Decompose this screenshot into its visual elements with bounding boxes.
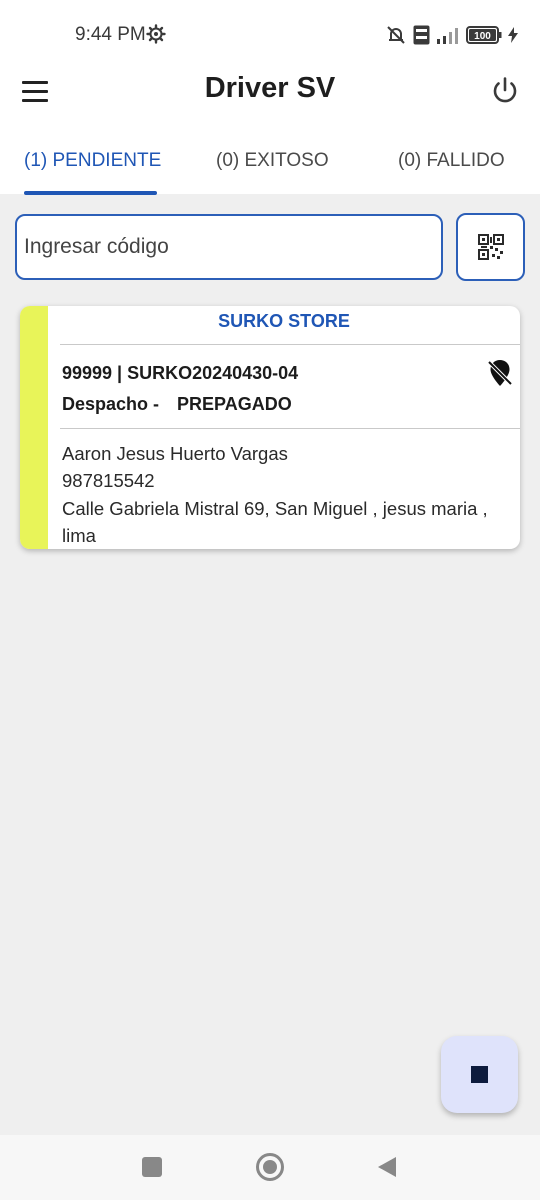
customer-phone: 987815542 (62, 470, 155, 491)
status-icons: 100 (385, 24, 518, 46)
scan-qr-button[interactable] (456, 213, 525, 281)
order-store: SURKO STORE (218, 311, 350, 331)
battery-icon: 100 (466, 26, 502, 44)
status-time: 9:44 PM (75, 24, 146, 45)
customer-name: Aaron Jesus Huerto Vargas (62, 443, 288, 464)
signal-icon (437, 28, 458, 44)
active-tab-indicator (24, 191, 157, 195)
status-bar: 9:44 PM 100 (0, 0, 540, 60)
stop-button[interactable] (441, 1036, 518, 1113)
location-off-icon[interactable] (486, 358, 514, 388)
divider (60, 344, 520, 345)
volte-icon (413, 25, 430, 45)
system-nav-bar (0, 1135, 540, 1200)
silent-icon (387, 26, 405, 44)
customer-address-cont: lima (62, 525, 96, 546)
recents-icon[interactable] (142, 1157, 162, 1177)
customer-address: Calle Gabriela Mistral 69, San Miguel , … (62, 498, 488, 519)
order-delivery-info: Despacho - PREPAGADO (62, 394, 292, 415)
gear-icon (146, 24, 166, 44)
charging-icon (508, 27, 518, 43)
battery-level: 100 (474, 31, 491, 42)
order-payment: PREPAGADO (177, 394, 292, 414)
menu-icon (22, 80, 48, 84)
order-number: 99999 | SURKO20240430-04 (62, 363, 299, 383)
back-icon[interactable] (376, 1155, 398, 1179)
stop-icon (471, 1066, 488, 1083)
tab-pendiente[interactable]: (1) PENDIENTE (24, 150, 161, 172)
order-card[interactable]: SURKO STORE 99999 | SURKO20240430-04 Des… (20, 306, 520, 549)
status-tabs: (1) PENDIENTE (0) EXITOSO (0) FALLIDO (0, 122, 540, 195)
divider (60, 428, 520, 429)
tab-exitoso[interactable]: (0) EXITOSO (216, 150, 329, 172)
order-delivery-type: Despacho - (62, 394, 160, 414)
code-input[interactable] (15, 214, 443, 280)
tab-fallido[interactable]: (0) FALLIDO (398, 150, 505, 172)
app-title: Driver SV (204, 72, 336, 104)
qr-code-icon (477, 234, 504, 260)
menu-button[interactable] (22, 76, 56, 106)
power-icon[interactable] (488, 74, 522, 108)
app-bar: Driver SV (0, 60, 540, 122)
home-icon[interactable] (256, 1153, 284, 1181)
order-status-stripe (20, 306, 48, 549)
